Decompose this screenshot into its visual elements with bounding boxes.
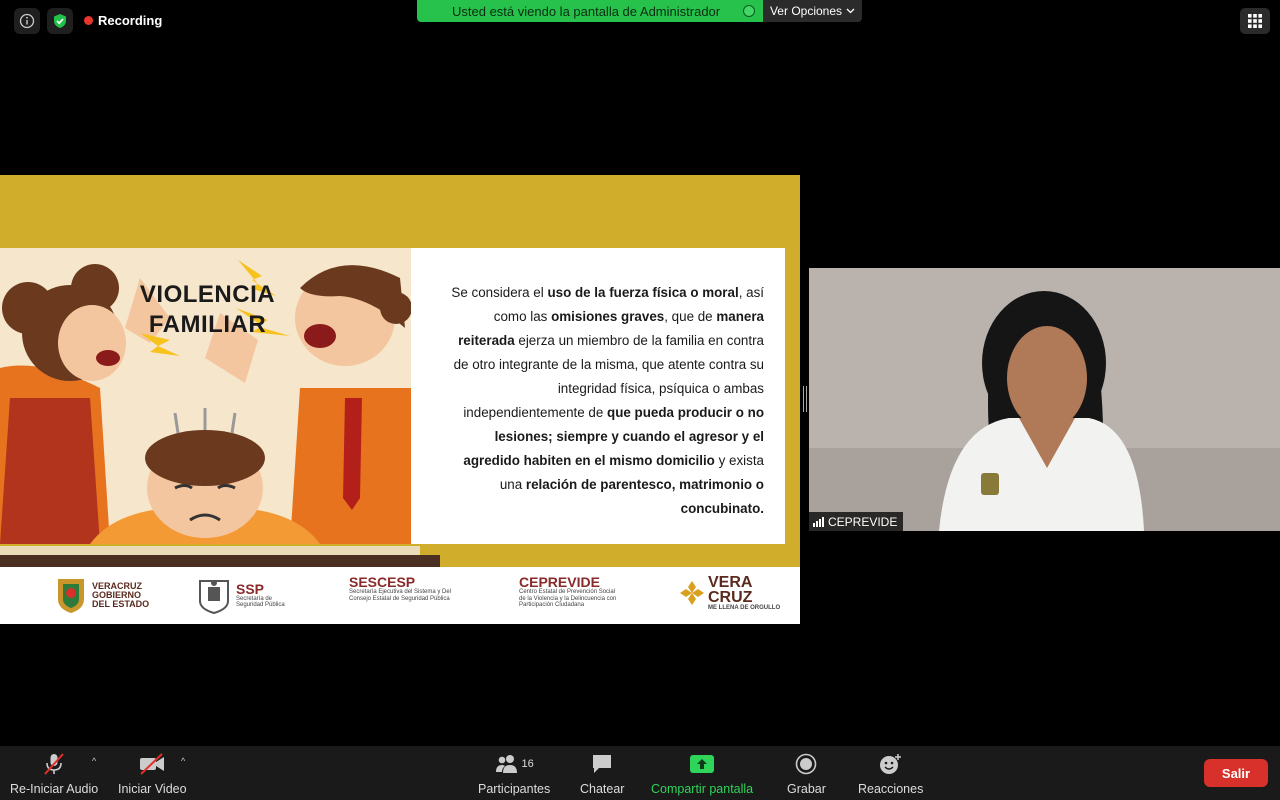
grid-icon	[1248, 14, 1262, 28]
meeting-info-button[interactable]	[14, 8, 40, 34]
veracruz-pattern-icon	[680, 581, 704, 606]
split-view-resize-handle[interactable]	[803, 386, 807, 412]
share-screen-icon	[689, 752, 715, 776]
record-icon	[795, 752, 817, 776]
view-options-button[interactable]: Ver Opciones	[763, 0, 862, 22]
participants-button-label: Participantes	[478, 782, 551, 796]
sescesp-subtitle-1: Secretaría Ejecutiva del Sistema y Del	[349, 589, 452, 595]
audio-options-caret-icon[interactable]: ^	[92, 756, 96, 766]
ssp-name: SSP	[236, 580, 265, 597]
ceprevide-subtitle-1: Centro Estatal de Prevención Social	[519, 589, 616, 595]
slide-title-line-2: FAMILIAR	[148, 311, 267, 338]
share-status-icon	[743, 5, 755, 17]
veracruz-logo-line-3: DEL ESTADO	[92, 598, 150, 609]
veracruz2-line-2: CRUZ	[708, 589, 753, 606]
body-segment: Se considera el	[451, 285, 548, 300]
ceprevide-subtitle-3: Participación Ciudadana	[519, 602, 585, 608]
logo-ssp: SSP Secretaría de Seguridad Pública	[196, 575, 285, 615]
participant-name: CEPREVIDE	[828, 514, 898, 529]
body-segment: , que de	[664, 309, 717, 324]
leave-meeting-button[interactable]: Salir	[1204, 759, 1268, 787]
logo-veracruz-gobierno: VERACRUZ GOBIERNO DEL ESTADO	[54, 575, 149, 615]
slide-title-line-1: VIOLENCIA	[139, 281, 276, 308]
slide-stripe-dark	[0, 555, 440, 567]
smiley-icon	[879, 752, 903, 776]
share-screen-button[interactable]: Compartir pantalla	[651, 752, 753, 796]
info-icon	[19, 13, 35, 29]
body-segment-bold: uso de la fuerza física o moral	[547, 285, 739, 300]
logo-sescesp: SESCESP Secretaría Ejecutiva del Sistema…	[349, 575, 451, 602]
body-segment-bold: relación de parentesco, matrimonio o con…	[525, 477, 764, 516]
slide-stripe-light	[0, 546, 420, 555]
shield-icon	[54, 14, 66, 28]
participant-name-tag: CEPREVIDE	[809, 512, 904, 531]
sescesp-subtitle-2: Consejo Estatal de Seguridad Pública	[349, 595, 450, 602]
chat-bubble-icon	[591, 752, 613, 776]
participants-icon: 16	[495, 752, 534, 776]
ceprevide-name: CEPREVIDE	[519, 574, 600, 590]
sescesp-name: SESCESP	[349, 574, 416, 590]
reactions-button[interactable]: Reacciones	[858, 752, 923, 796]
logo-ceprevide: CEPREVIDE Centro Estatal de Prevención S…	[519, 575, 616, 609]
signal-strength-icon	[813, 516, 824, 527]
audio-button-label: Re-Iniciar Audio	[10, 782, 99, 796]
slide-title: VIOLENCIA FAMILIAR	[120, 280, 295, 340]
recording-label: Recording	[98, 13, 163, 28]
veracruz2-tagline: ME LLENA DE ORGULLO	[708, 605, 781, 611]
participant-video-feed	[809, 268, 1280, 531]
recording-dot-icon	[84, 16, 93, 25]
institution-logos: VERACRUZ GOBIERNO DEL ESTADO SSP Secreta…	[0, 567, 800, 624]
audio-button[interactable]: Re-Iniciar Audio	[10, 752, 98, 796]
ssp-shield-icon	[199, 580, 229, 615]
record-button[interactable]: Grabar	[787, 752, 826, 796]
screen-share-banner-text: Usted está viendo la pantalla de Adminis…	[452, 3, 721, 19]
chat-button[interactable]: Chatear	[580, 752, 624, 796]
screen-share-banner: Usted está viendo la pantalla de Adminis…	[417, 0, 763, 22]
logo-veracruz-orgullo: VERA CRUZ ME LLENA DE ORGULLO	[680, 575, 780, 612]
reactions-button-label: Reacciones	[858, 782, 924, 796]
record-button-label: Grabar	[787, 782, 826, 796]
slide-body-text: Se considera el uso de la fuerza física …	[440, 281, 764, 521]
recording-indicator[interactable]: Recording	[84, 13, 162, 28]
meeting-toolbar: Re-Iniciar Audio ^ Iniciar Video ^ 16 Pa…	[0, 746, 1280, 800]
participants-count: 16	[521, 758, 534, 770]
veracruz-coat-of-arms-icon	[58, 579, 84, 613]
participants-button[interactable]: 16 Participantes	[478, 752, 550, 796]
chevron-down-icon	[846, 8, 855, 14]
veracruz2-line-1: VERA	[708, 574, 753, 591]
view-options-label: Ver Opciones	[769, 4, 843, 18]
gallery-view-button[interactable]	[1240, 8, 1270, 34]
chat-button-label: Chatear	[580, 782, 625, 796]
video-button[interactable]: Iniciar Video	[118, 752, 187, 796]
body-segment-bold: omisiones graves	[551, 309, 665, 324]
share-screen-button-label: Compartir pantalla	[651, 782, 754, 796]
microphone-muted-icon	[42, 752, 66, 776]
shared-screen: VIOLENCIA FAMILIAR Se considera el uso d…	[0, 175, 800, 624]
ssp-subtitle-2: Seguridad Pública	[236, 602, 285, 608]
video-options-caret-icon[interactable]: ^	[181, 756, 185, 766]
security-button[interactable]	[47, 8, 73, 34]
participant-video-tile[interactable]: CEPREVIDE	[809, 268, 1280, 531]
video-button-label: Iniciar Video	[118, 782, 187, 796]
camera-off-icon	[138, 752, 166, 776]
